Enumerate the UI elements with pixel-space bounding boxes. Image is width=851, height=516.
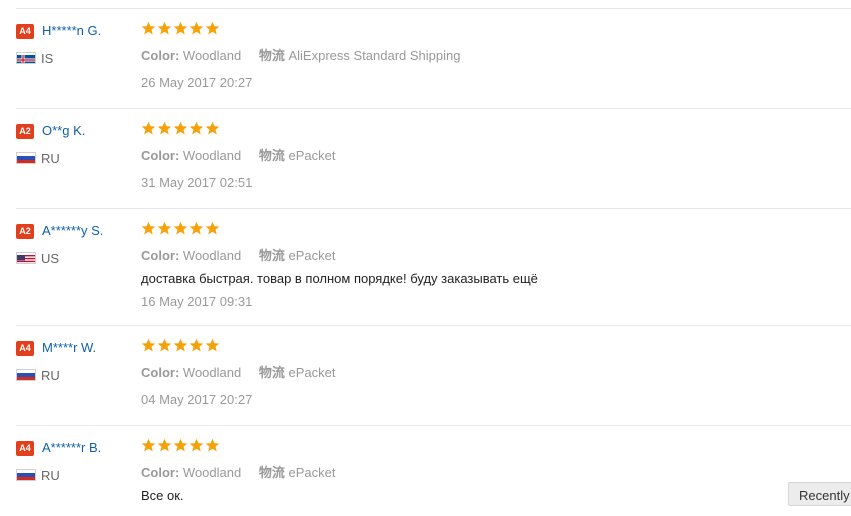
star-icon — [189, 121, 204, 136]
flag-ru-icon — [16, 469, 36, 481]
star-icon — [189, 221, 204, 236]
color-label: Color: — [141, 465, 179, 480]
star-icon — [141, 21, 156, 36]
star-icon — [173, 438, 188, 453]
star-icon — [157, 121, 172, 136]
review-item: A4 H*****n G. IS Color: Woodland 物流 AliE… — [16, 8, 851, 109]
star-icon — [141, 438, 156, 453]
reviewer-name[interactable]: A******r B. — [42, 440, 101, 455]
reviewer-name[interactable]: O**g K. — [42, 123, 85, 138]
star-icon — [205, 121, 220, 136]
reviewer-country: IS — [41, 51, 53, 66]
review-item: A4 M****r W. RU Color: Woodland 物流 ePack… — [16, 325, 851, 426]
reviewer-country: US — [41, 251, 59, 266]
color-label: Color: — [141, 148, 179, 163]
star-icon — [157, 338, 172, 353]
buyer-level-badge: A4 — [16, 441, 34, 456]
order-info: Color: Woodland 物流 ePacket — [141, 245, 335, 264]
review-item: A4 A******r B. RU Color: Woodland 物流 ePa… — [16, 425, 851, 516]
order-info: Color: Woodland 物流 ePacket — [141, 362, 335, 381]
buyer-level-badge: A2 — [16, 124, 34, 139]
reviewer-country: RU — [41, 151, 60, 166]
flag-ru-icon — [16, 152, 36, 164]
star-icon — [157, 221, 172, 236]
color-label: Color: — [141, 365, 179, 380]
color-value: Woodland — [183, 148, 241, 163]
shipping-value: ePacket — [288, 365, 335, 380]
star-icon — [141, 121, 156, 136]
star-rating — [141, 338, 220, 353]
reviewer-name[interactable]: H*****n G. — [42, 23, 101, 38]
star-icon — [173, 121, 188, 136]
sort-recent-button[interactable]: Recently — [788, 482, 851, 506]
shipping-value: ePacket — [288, 148, 335, 163]
star-icon — [205, 338, 220, 353]
shipping-value: ePacket — [288, 248, 335, 263]
color-value: Woodland — [183, 365, 241, 380]
star-rating — [141, 121, 220, 136]
star-rating — [141, 438, 220, 453]
order-info: Color: Woodland 物流 ePacket — [141, 145, 335, 164]
color-label: Color: — [141, 248, 179, 263]
shipping-value: ePacket — [288, 465, 335, 480]
review-date: 31 May 2017 02:51 — [141, 175, 252, 190]
flag-us-icon — [16, 252, 36, 264]
shipping-label: 物流 — [259, 148, 285, 163]
star-icon — [189, 438, 204, 453]
star-icon — [189, 21, 204, 36]
shipping-value: AliExpress Standard Shipping — [288, 48, 460, 63]
star-rating — [141, 221, 220, 236]
buyer-level-badge: A4 — [16, 24, 34, 39]
color-value: Woodland — [183, 48, 241, 63]
star-icon — [157, 21, 172, 36]
flag-ru-icon — [16, 369, 36, 381]
review-comment: Все ок. — [141, 488, 184, 503]
buyer-level-badge: A4 — [16, 341, 34, 356]
buyer-level-badge: A2 — [16, 224, 34, 239]
star-rating — [141, 21, 220, 36]
star-icon — [205, 221, 220, 236]
reviewer-country: RU — [41, 468, 60, 483]
review-date: 16 May 2017 09:31 — [141, 294, 252, 309]
reviewer-name[interactable]: A******y S. — [42, 223, 103, 238]
color-value: Woodland — [183, 465, 241, 480]
star-icon — [173, 221, 188, 236]
shipping-label: 物流 — [259, 248, 285, 263]
shipping-label: 物流 — [259, 365, 285, 380]
star-icon — [141, 221, 156, 236]
star-icon — [157, 438, 172, 453]
star-icon — [205, 438, 220, 453]
color-value: Woodland — [183, 248, 241, 263]
star-icon — [205, 21, 220, 36]
reviewer-country: RU — [41, 368, 60, 383]
shipping-label: 物流 — [259, 48, 285, 63]
review-item: A2 O**g K. RU Color: Woodland 物流 ePacket… — [16, 108, 851, 209]
flag-is-icon — [16, 52, 36, 64]
color-label: Color: — [141, 48, 179, 63]
review-date: 26 May 2017 20:27 — [141, 75, 252, 90]
shipping-label: 物流 — [259, 465, 285, 480]
order-info: Color: Woodland 物流 AliExpress Standard S… — [141, 45, 460, 64]
star-icon — [189, 338, 204, 353]
star-icon — [141, 338, 156, 353]
review-date: 04 May 2017 20:27 — [141, 392, 252, 407]
order-info: Color: Woodland 物流 ePacket — [141, 462, 335, 481]
star-icon — [173, 338, 188, 353]
star-icon — [173, 21, 188, 36]
review-item: A2 A******y S. US Color: Woodland 物流 ePa… — [16, 208, 851, 326]
reviewer-name[interactable]: M****r W. — [42, 340, 96, 355]
review-comment: доставка быстрая. товар в полном порядке… — [141, 271, 538, 286]
